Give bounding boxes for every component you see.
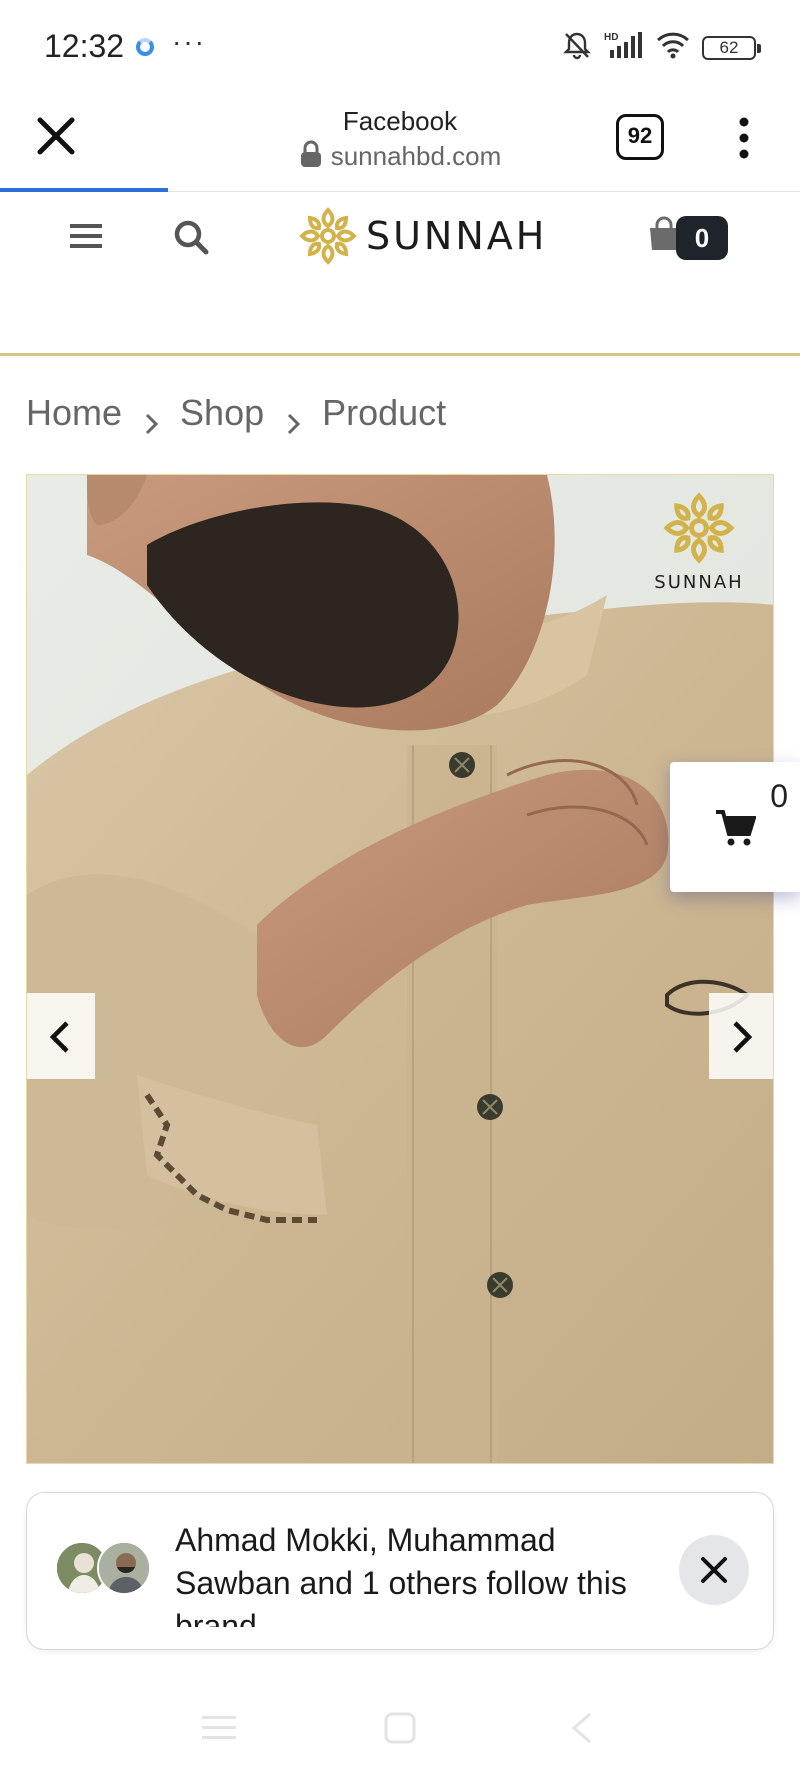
lock-icon <box>299 140 323 175</box>
status-overflow-dots: ··· <box>172 26 206 57</box>
follow-notification: Ahmad Mokki, Muhammad Sawban and 1 other… <box>26 1492 774 1650</box>
dismiss-follow-button[interactable] <box>679 1535 749 1605</box>
browser-page-title: Facebook <box>342 106 458 136</box>
mute-bell-icon <box>562 30 592 65</box>
product-image-gallery[interactable]: SUNNAH <box>26 474 774 1464</box>
status-time: 12:32 <box>44 28 125 64</box>
breadcrumb-home[interactable]: Home <box>26 392 122 434</box>
cart-count-badge[interactable]: 0 <box>676 216 728 260</box>
home-square-icon[interactable] <box>384 1712 416 1749</box>
breadcrumb-shop[interactable]: Shop <box>180 392 264 434</box>
battery-icon: 62 <box>702 35 761 60</box>
chevron-right-icon <box>140 402 162 435</box>
sunnah-emblem-icon <box>299 207 357 265</box>
browser-menu-button[interactable] <box>734 116 754 160</box>
status-bar: 12:32 ··· HD 62 <box>0 0 800 96</box>
loading-icon <box>136 38 154 56</box>
hamburger-icon <box>70 224 102 248</box>
hd-signal-icon: HD <box>604 30 644 65</box>
chevron-left-icon <box>49 1021 69 1053</box>
more-vertical-icon <box>739 117 749 159</box>
breadcrumb: Home Shop Product <box>26 392 447 435</box>
browser-toolbar: Facebook sunnahbd.com 92 <box>0 96 800 192</box>
chevron-right-icon <box>733 1021 753 1053</box>
search-icon <box>174 220 209 255</box>
floating-cart-button[interactable]: 0 <box>670 762 800 892</box>
gallery-prev-button[interactable] <box>27 993 95 1079</box>
menu-icon[interactable] <box>202 1712 236 1747</box>
site-logo[interactable]: SUNNAH <box>298 206 547 266</box>
product-photo <box>27 475 773 1463</box>
chevron-right-icon <box>282 402 304 435</box>
tab-count-button[interactable]: 92 <box>616 114 664 160</box>
cart-icon <box>716 810 756 846</box>
follower-avatars <box>55 1541 151 1597</box>
avatar <box>97 1541 151 1595</box>
search-button[interactable] <box>172 218 210 256</box>
site-header: SUNNAH 0 <box>0 192 800 356</box>
watermark-text: SUNNAH <box>654 572 744 593</box>
close-icon <box>701 1557 727 1583</box>
svg-text:HD: HD <box>604 32 618 43</box>
follow-message: Ahmad Mokki, Muhammad Sawban and 1 other… <box>175 1522 627 1627</box>
browser-url-text: sunnahbd.com <box>330 141 502 171</box>
browser-url[interactable]: sunnahbd.com <box>0 140 800 175</box>
breadcrumb-product: Product <box>322 392 447 433</box>
wifi-icon <box>656 31 690 64</box>
system-nav-bar <box>0 1690 800 1780</box>
gallery-next-button[interactable] <box>709 993 773 1079</box>
hamburger-menu-button[interactable] <box>70 222 102 250</box>
brand-name: SUNNAH <box>366 214 548 258</box>
watermark-logo: SUNNAH <box>639 491 759 593</box>
sunnah-emblem-icon <box>663 492 735 564</box>
floating-cart-count: 0 <box>770 778 788 814</box>
back-icon[interactable] <box>570 1712 594 1749</box>
